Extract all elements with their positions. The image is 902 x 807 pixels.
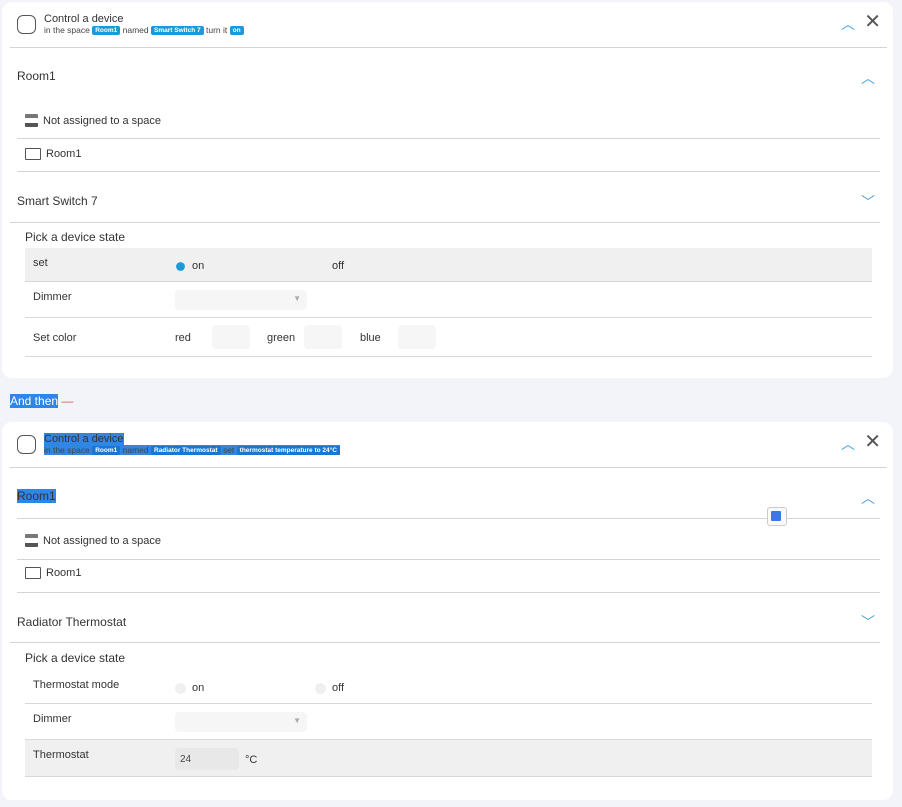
device-section-header[interactable]: Radiator Thermostat (17, 615, 126, 629)
radio-label: off (332, 682, 345, 694)
row-label: Set color (33, 332, 77, 344)
summary-text: named (122, 25, 149, 35)
state-row-color: Set color red green blue (25, 318, 872, 357)
row-label: set (33, 257, 48, 269)
space-option[interactable]: Room1 (25, 148, 81, 160)
divider (10, 642, 880, 643)
space-option[interactable]: Not assigned to a space (25, 534, 161, 547)
divider (17, 138, 880, 139)
divider (17, 171, 880, 172)
dropdown-arrow-icon: ▼ (293, 294, 301, 303)
space-section-header[interactable]: Room1 (17, 69, 56, 83)
action-summary: in the space Room1 named Smart Switch 7 … (44, 25, 244, 35)
state-row-set: set on off (25, 248, 872, 282)
action-card-1: Control a device in the space Room1 name… (2, 2, 893, 378)
chevron-up-icon[interactable]: ︿ (861, 68, 875, 88)
action-checkbox[interactable] (17, 15, 36, 34)
space-option-label: Not assigned to a space (43, 114, 162, 127)
chevron-up-icon[interactable]: ︿ (841, 14, 855, 34)
action-summary: in the space Room1 named Radiator Thermo… (44, 445, 340, 455)
action-card-2: Control a device in the space Room1 name… (2, 422, 893, 800)
space-option-label: Room1 (46, 148, 82, 160)
green-label: green (267, 332, 296, 344)
radio-label: on (192, 682, 205, 694)
divider (10, 467, 887, 468)
row-label: Dimmer (33, 713, 72, 725)
blue-label: blue (360, 332, 381, 344)
chevron-down-icon[interactable]: ﹀ (861, 192, 875, 212)
value-tag: thermostat temperature to 24°C (236, 446, 340, 455)
space-option-label: Room1 (46, 567, 82, 579)
action-header[interactable]: Control a device in the space Room1 name… (2, 422, 893, 468)
close-icon[interactable]: ✕ (864, 432, 881, 452)
chevron-up-icon[interactable]: ︿ (841, 434, 855, 454)
radio-off[interactable]: off (315, 682, 344, 694)
radio-on[interactable]: on (175, 260, 204, 272)
radio-dot (175, 682, 186, 694)
unit-label: °C (245, 754, 258, 766)
state-row-thermostat-mode: Thermostat mode on off (25, 670, 872, 704)
dropdown-arrow-icon: ▼ (293, 716, 301, 725)
room-icon (25, 148, 41, 160)
blue-input[interactable] (398, 325, 436, 349)
thermostat-input[interactable]: 24 (175, 748, 239, 770)
red-label: red (175, 332, 191, 344)
summary-text: set (222, 445, 235, 455)
dimmer-select[interactable]: ▼ (175, 290, 307, 310)
row-label: Dimmer (33, 291, 72, 303)
row-label: Thermostat mode (33, 679, 120, 691)
close-icon[interactable]: ✕ (864, 12, 881, 32)
radio-dot (315, 682, 326, 694)
action-header[interactable]: Control a device in the space Room1 name… (2, 2, 893, 48)
space-option[interactable]: Not assigned to a space (25, 114, 161, 127)
divider (17, 592, 880, 593)
pick-state-label: Pick a device state (25, 230, 126, 244)
summary-text: in the space (44, 445, 90, 455)
google-translate-icon[interactable] (767, 507, 787, 526)
divider (17, 518, 880, 519)
state-row-dimmer: Dimmer ▼ (25, 282, 872, 318)
radio-dot (315, 260, 326, 272)
chevron-up-icon[interactable]: ︿ (861, 488, 875, 508)
radio-off[interactable]: off (315, 260, 344, 272)
summary-text: in the space (44, 25, 90, 35)
radio-label: on (192, 260, 205, 272)
summary-text: turn it (205, 25, 228, 35)
red-input[interactable] (212, 325, 250, 349)
device-tag: Smart Switch 7 (151, 26, 204, 35)
device-tag: Radiator Thermostat (151, 446, 221, 455)
chevron-down-icon[interactable]: ﹀ (861, 612, 875, 632)
action-title: Control a device (44, 433, 124, 445)
connector-line: — (61, 394, 74, 408)
summary-text: named (122, 445, 149, 455)
pick-state-label: Pick a device state (25, 651, 126, 665)
value-tag: on (229, 26, 244, 35)
connector-label: And then — (10, 394, 73, 408)
divider (10, 47, 887, 48)
divider (17, 559, 880, 560)
row-label: Thermostat (33, 749, 89, 761)
radio-on[interactable]: on (175, 682, 204, 694)
action-checkbox[interactable] (17, 435, 36, 454)
space-option[interactable]: Room1 (25, 567, 81, 579)
space-section-header[interactable]: Room1 (17, 489, 56, 503)
space-option-label: Not assigned to a space (43, 534, 162, 547)
network-icon (25, 534, 38, 547)
connector-text: And then (10, 394, 59, 408)
dimmer-select[interactable]: ▼ (175, 712, 307, 732)
action-title: Control a device (44, 13, 124, 25)
state-row-thermostat: Thermostat 24 °C (25, 740, 872, 777)
room-icon (25, 567, 41, 579)
radio-label: off (332, 260, 345, 272)
divider (10, 222, 880, 223)
space-tag: Room1 (92, 26, 121, 35)
state-row-dimmer: Dimmer ▼ (25, 704, 872, 740)
device-section-header[interactable]: Smart Switch 7 (17, 194, 98, 208)
radio-dot (176, 261, 185, 271)
network-icon (25, 114, 38, 127)
space-tag: Room1 (92, 446, 121, 455)
green-input[interactable] (304, 325, 342, 349)
